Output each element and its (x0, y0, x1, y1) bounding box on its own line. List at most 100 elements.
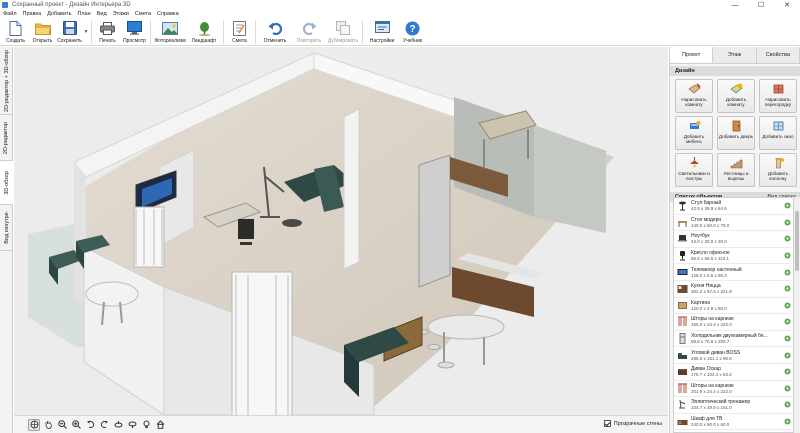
estimate-button[interactable]: Смета (226, 18, 253, 46)
tab-2d-editor[interactable]: 2D-редактор (0, 115, 13, 161)
object-list-item[interactable]: Кресло офисное 66.6 x 66.6 x 110.1 (674, 248, 793, 265)
visibility-icon[interactable] (783, 318, 791, 326)
object-size: 128.0 x 5.5 x 85.3 (691, 272, 727, 278)
duplicate-button[interactable]: Дублировать (326, 18, 360, 46)
add-door-button[interactable]: Добавить дверь (717, 116, 755, 150)
open-button[interactable]: Открыть (29, 18, 56, 46)
rotate-right-icon[interactable] (98, 419, 110, 431)
visibility-icon[interactable] (783, 351, 791, 359)
3d-viewport[interactable] (14, 47, 668, 415)
orbit-icon[interactable] (28, 418, 40, 431)
photorealism-button[interactable]: Фотореализм (153, 18, 187, 46)
object-size: 165.0 x 24.4 x 222.0 (691, 322, 732, 328)
add-room-button[interactable]: Добавить комнату (717, 79, 755, 113)
object-list-item[interactable]: Ноутбук 43.0 x 30.0 x 30.0 (674, 231, 793, 248)
object-list-item[interactable]: Угловой диван BOSS 285.6 x 161.1 x 90.6 (674, 347, 793, 364)
tutorial-button[interactable]: ? Учебник (399, 18, 426, 46)
minimize-button[interactable]: — (722, 0, 748, 10)
undo-icon (267, 20, 284, 36)
save-dropdown-icon[interactable]: ▼ (83, 18, 89, 46)
tab-3d-view[interactable]: 3D-обзор (0, 161, 13, 205)
object-list-item[interactable]: Шторы на карнизе 165.0 x 24.4 x 222.0 (674, 314, 793, 331)
visibility-icon[interactable] (783, 218, 791, 226)
objects-list[interactable]: Стул барный 42.5 x 39.9 x 84.6 Стол модерн… (673, 197, 794, 433)
menu-plan[interactable]: План (77, 11, 90, 17)
menu-view[interactable]: Вид (97, 11, 107, 17)
light-bulb-icon[interactable] (140, 419, 152, 431)
new-document-icon (7, 20, 24, 36)
objects-scrollbar[interactable] (794, 197, 800, 433)
close-button[interactable]: ✕ (774, 0, 800, 10)
maximize-button[interactable]: ☐ (748, 0, 774, 10)
transparent-walls-toggle[interactable]: Прозрачные стены (603, 420, 662, 427)
visibility-icon[interactable] (783, 252, 791, 260)
view-mode-tabs: 2D-редактор + 3D-обзор 2D-редактор 3D-об… (0, 47, 13, 433)
zoom-out-icon[interactable] (56, 419, 68, 431)
object-thumbnail (676, 200, 688, 212)
add-window-button[interactable]: Добавить окно (759, 116, 797, 150)
home-icon[interactable] (154, 419, 166, 431)
object-thumbnail (676, 250, 688, 262)
lamps-button[interactable]: Светильники и люстры (675, 153, 713, 187)
menu-add[interactable]: Добавить (47, 11, 71, 17)
preview-button[interactable]: Просмотр (121, 18, 148, 46)
zoom-in-icon[interactable] (70, 419, 82, 431)
menu-help[interactable]: Справка (157, 11, 179, 17)
draw-partition-button[interactable]: Нарисовать перегородку (759, 79, 797, 113)
menu-estimate[interactable]: Смета (135, 11, 151, 17)
tab-project[interactable]: Проект (670, 47, 714, 63)
tab-inside-view[interactable]: Вид изнутри (0, 205, 13, 251)
landscape-button[interactable]: Ландшафт (187, 18, 221, 46)
settings-button[interactable]: Настройки (365, 18, 399, 46)
visibility-icon[interactable] (783, 401, 791, 409)
redo-icon (301, 20, 318, 36)
add-column-button[interactable]: Добавить колонну (759, 153, 797, 187)
redo-button[interactable]: Повторить (292, 18, 326, 46)
tab-floor[interactable]: Этаж (713, 47, 757, 63)
object-list-item[interactable]: Картина 120.0 x 2.9 x 80.0 (674, 298, 793, 315)
lamp-icon (689, 157, 699, 168)
add-furniture-icon (689, 121, 700, 129)
pan-hand-icon[interactable] (42, 419, 54, 431)
visibility-icon[interactable] (783, 335, 791, 343)
rotate-left-icon[interactable] (84, 419, 96, 431)
menu-file[interactable]: Файл (3, 11, 17, 17)
print-button[interactable]: Печать (94, 18, 121, 46)
menu-floors[interactable]: Этажи (113, 11, 129, 17)
toolbar: Создать Открыть Сохранить ▼ Печать Просм… (0, 18, 800, 46)
tab-properties[interactable]: Свойства (756, 47, 800, 63)
object-list-item[interactable]: Шторы на карнизе 201.9 x 24.4 x 222.0 (674, 381, 793, 398)
visibility-icon[interactable] (783, 368, 791, 376)
object-list-item[interactable]: Стол модерн 140.0 x 60.0 x 78.0 (674, 215, 793, 232)
object-list-item[interactable]: Стул барный 42.5 x 39.9 x 84.6 (674, 198, 793, 215)
visibility-icon[interactable] (783, 384, 791, 392)
printer-icon (99, 20, 116, 36)
visibility-icon[interactable] (783, 235, 791, 243)
object-list-item[interactable]: Кухня Ницца 302.2 x 57.6 x 221.8 (674, 281, 793, 298)
object-size: 104.7 x 49.9 x 151.0 (691, 405, 732, 411)
visibility-icon[interactable] (783, 285, 791, 293)
tilt-up-icon[interactable] (112, 419, 124, 431)
tilt-down-icon[interactable] (126, 419, 138, 431)
object-list-item[interactable]: Шкаф для ТВ 240.0 x 60.0 x 60.0 (674, 414, 793, 431)
visibility-icon[interactable] (783, 418, 791, 426)
save-button[interactable]: Сохранить (56, 18, 83, 46)
transparent-walls-checkbox[interactable] (603, 420, 611, 427)
menu-edit[interactable]: Правка (23, 11, 42, 17)
draw-room-button[interactable]: Нарисовать комнату (675, 79, 713, 113)
object-list-item[interactable]: Эллиптический тренажер 104.7 x 49.9 x 151… (674, 397, 793, 414)
object-list-item[interactable]: Телевизор настенный 128.0 x 5.5 x 85.3 (674, 264, 793, 281)
toolbar-separator (255, 20, 256, 44)
object-thumbnail (676, 216, 688, 228)
visibility-icon[interactable] (783, 301, 791, 309)
stairs-button[interactable]: Лестницы и вырезы (717, 153, 755, 187)
visibility-icon[interactable] (783, 202, 791, 210)
create-button[interactable]: Создать (2, 18, 29, 46)
visibility-icon[interactable] (783, 268, 791, 276)
object-list-item[interactable]: Холодильник двухкамерный бе... 59.6 x 70.… (674, 331, 793, 348)
tab-2d-3d[interactable]: 2D-редактор + 3D-обзор (0, 47, 13, 115)
object-list-item[interactable]: Диван Оскар 175.7 x 102.4 x 83.2 (674, 364, 793, 381)
undo-button[interactable]: Отменить (258, 18, 292, 46)
scrollbar-thumb[interactable] (795, 211, 799, 271)
add-furniture-button[interactable]: Добавить мебель (675, 116, 713, 150)
